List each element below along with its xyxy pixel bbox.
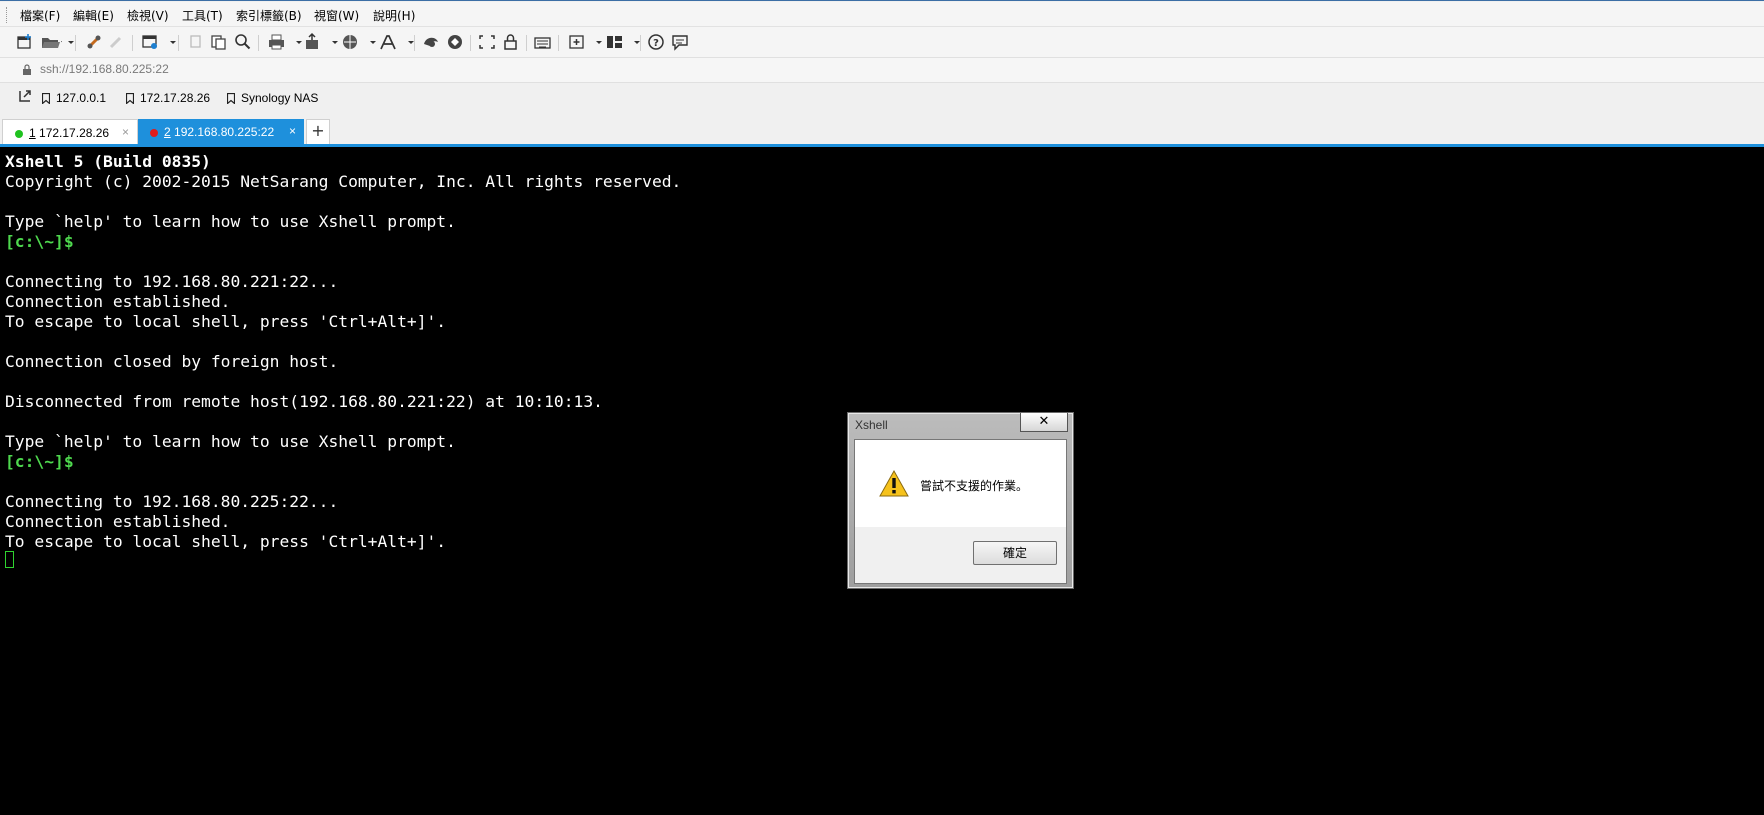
transfer-icon[interactable] (302, 32, 324, 52)
new-tab-icon[interactable] (566, 32, 588, 52)
tab-label: 1 172.17.28.26 (29, 126, 110, 140)
find-icon[interactable] (232, 32, 254, 52)
address-input[interactable]: ssh://192.168.80.225:22 (40, 62, 169, 76)
transfer-dropdown-icon[interactable] (324, 32, 338, 52)
open-dropdown-icon[interactable] (60, 32, 74, 52)
terminal-line: To escape to local shell, press 'Ctrl+Al… (5, 312, 447, 331)
alert-dialog: Xshell ✕ 嘗試不支援的作業。 確定 (847, 412, 1074, 589)
toolbar-separator (132, 35, 133, 51)
menu-tools[interactable]: 工具(T) (182, 7, 223, 24)
toolbar-separator (258, 35, 259, 51)
terminal-line: Xshell 5 (Build 0835) (5, 152, 211, 171)
print-icon[interactable] (266, 32, 288, 52)
add-tab-button[interactable]: + (306, 119, 330, 145)
terminal-line: Type `help' to learn how to use Xshell p… (5, 212, 456, 231)
menu-tabs[interactable]: 索引標籤(B) (236, 7, 302, 24)
window-chrome: 檔案(F) 編輯(E) 檢視(V) 工具(T) 索引標籤(B) 視窗(W) 說明… (0, 0, 1764, 147)
link-label: Synology NAS (241, 91, 319, 105)
font-dropdown-icon[interactable] (400, 32, 414, 52)
font-icon[interactable] (378, 32, 400, 52)
fullscreen-icon[interactable] (476, 32, 498, 52)
toolbar-separator (178, 35, 179, 51)
paste-icon[interactable] (208, 32, 230, 52)
lock-icon (23, 64, 31, 75)
properties-icon[interactable] (140, 32, 162, 52)
close-icon[interactable]: × (289, 124, 296, 138)
new-session-icon[interactable] (14, 32, 36, 52)
tab-label: 2 192.168.80.225:22 (164, 125, 275, 139)
warning-icon (879, 470, 909, 497)
status-dot-icon (150, 129, 158, 137)
terminal-line: Connection established. (5, 292, 231, 311)
lock-icon[interactable] (500, 32, 522, 52)
layout-icon[interactable] (604, 32, 626, 52)
toolbar-separator (640, 35, 641, 51)
menu-file[interactable]: 檔案(F) (20, 7, 60, 24)
terminal-line: Connection closed by foreign host. (5, 352, 339, 371)
reconnect-icon[interactable] (84, 32, 106, 52)
menu-edit[interactable]: 編輯(E) (73, 7, 114, 24)
xmanager-icon[interactable] (444, 32, 466, 52)
status-dot-icon (15, 130, 23, 138)
terminal-line: To escape to local shell, press 'Ctrl+Al… (5, 532, 447, 551)
layout-dropdown-icon[interactable] (626, 32, 640, 52)
globe-dropdown-icon[interactable] (362, 32, 376, 52)
dialog-message: 嘗試不支援的作業。 (920, 479, 1029, 493)
terminal-line: Connection established. (5, 512, 231, 531)
open-folder-icon[interactable] (40, 32, 64, 52)
terminal-line: Connecting to 192.168.80.225:22... (5, 492, 339, 511)
svg-text:?: ? (653, 38, 659, 49)
toolbar-separator (75, 35, 76, 51)
terminal-line: Connecting to 192.168.80.221:22... (5, 272, 339, 291)
chat-icon[interactable] (670, 32, 692, 52)
bookmark-icon (42, 93, 50, 104)
menu-view[interactable]: 檢視(V) (127, 7, 169, 24)
ok-button[interactable]: 確定 (973, 541, 1057, 565)
terminal-line: Disconnected from remote host(192.168.80… (5, 392, 603, 411)
terminal-line: Type `help' to learn how to use Xshell p… (5, 432, 456, 451)
menu-bar: 檔案(F) 編輯(E) 檢視(V) 工具(T) 索引標籤(B) 視窗(W) 說明… (0, 2, 1764, 27)
new-tab-dropdown-icon[interactable] (588, 32, 602, 52)
help-icon[interactable]: ? (646, 32, 668, 52)
tab-bar: 1 172.17.28.26 × 2 192.168.80.225:22 × + (0, 117, 1764, 146)
dialog-body: 嘗試不支援的作業。 確定 (854, 439, 1067, 584)
bookmark-icon (126, 93, 134, 104)
menu-window[interactable]: 視窗(W) (314, 7, 359, 24)
disconnect-icon[interactable] (106, 32, 128, 52)
links-bar: 127.0.0.1 172.17.28.26 Synology NAS (0, 84, 1764, 112)
toolbar-separator (558, 35, 559, 51)
properties-dropdown-icon[interactable] (162, 32, 176, 52)
copy-icon[interactable] (186, 32, 208, 52)
link-127[interactable]: 127.0.0.1 (42, 91, 106, 105)
terminal-prompt: [c:\~]$ (5, 232, 74, 251)
toolbar-separator (414, 35, 415, 51)
toolbar-separator (526, 35, 527, 51)
terminal-prompt: [c:\~]$ (5, 452, 74, 471)
link-172[interactable]: 172.17.28.26 (126, 91, 210, 105)
terminal-line: Copyright (c) 2002-2015 NetSarang Comput… (5, 172, 682, 191)
window-top-border (0, 0, 1764, 1)
address-bar[interactable]: ssh://192.168.80.225:22 (0, 57, 1764, 83)
links-arrow-icon[interactable] (18, 89, 32, 106)
keyboard-icon[interactable] (532, 32, 554, 52)
dialog-title: Xshell (855, 418, 888, 432)
link-synology[interactable]: Synology NAS (227, 91, 318, 105)
terminal-cursor (5, 551, 14, 568)
toolbar-separator (470, 35, 471, 51)
menu-help[interactable]: 說明(H) (373, 7, 415, 24)
toolbar: ? (0, 27, 1764, 57)
tab-session-2[interactable]: 2 192.168.80.225:22 × (138, 119, 304, 145)
xftp-icon[interactable] (420, 32, 442, 52)
print-dropdown-icon[interactable] (288, 32, 302, 52)
link-label: 172.17.28.26 (140, 91, 211, 105)
bookmark-icon (227, 93, 235, 104)
link-label: 127.0.0.1 (56, 91, 107, 105)
menu-grip[interactable] (6, 7, 9, 23)
dialog-close-button[interactable]: ✕ (1020, 413, 1068, 432)
dialog-message-area: 嘗試不支援的作業。 (855, 440, 1066, 527)
tab-session-1[interactable]: 1 172.17.28.26 × (2, 119, 138, 146)
globe-icon[interactable] (340, 32, 362, 52)
close-icon[interactable]: × (122, 125, 129, 139)
